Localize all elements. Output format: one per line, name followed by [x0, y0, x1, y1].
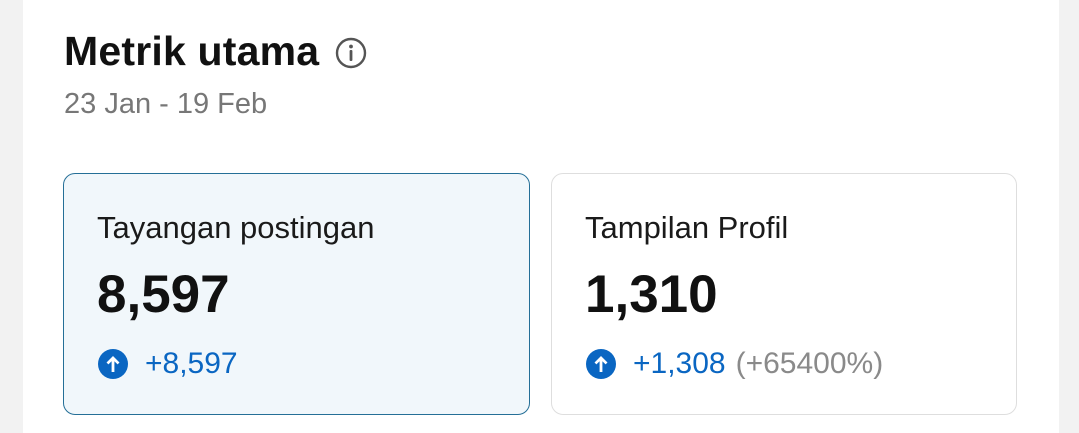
metric-change: +1,308 (+65400%) — [585, 347, 883, 381]
arrow-up-circle-icon — [97, 348, 129, 380]
arrow-up-circle-icon — [585, 348, 617, 380]
change-value: +8,597 — [145, 347, 238, 380]
metric-card-profile-views[interactable]: Tampilan Profil 1,310 +1,308 (+65400%) — [551, 173, 1017, 415]
section-title: Metrik utama — [64, 28, 320, 74]
info-icon[interactable] — [335, 37, 367, 69]
metric-label: Tayangan postingan — [97, 210, 375, 245]
metric-value: 1,310 — [585, 265, 718, 324]
key-metrics-card: Metrik utama 23 Jan - 19 Feb Tayangan po… — [23, 0, 1059, 433]
title-row: Metrik utama — [64, 28, 367, 75]
date-range: 23 Jan - 19 Feb — [64, 88, 268, 120]
change-percent: (+65400%) — [735, 347, 884, 380]
metric-label: Tampilan Profil — [585, 210, 789, 245]
change-value: +1,308 — [633, 347, 726, 380]
metric-card-post-impressions[interactable]: Tayangan postingan 8,597 +8,597 — [63, 173, 530, 415]
metric-value: 8,597 — [97, 265, 230, 324]
metric-change: +8,597 — [97, 347, 238, 381]
